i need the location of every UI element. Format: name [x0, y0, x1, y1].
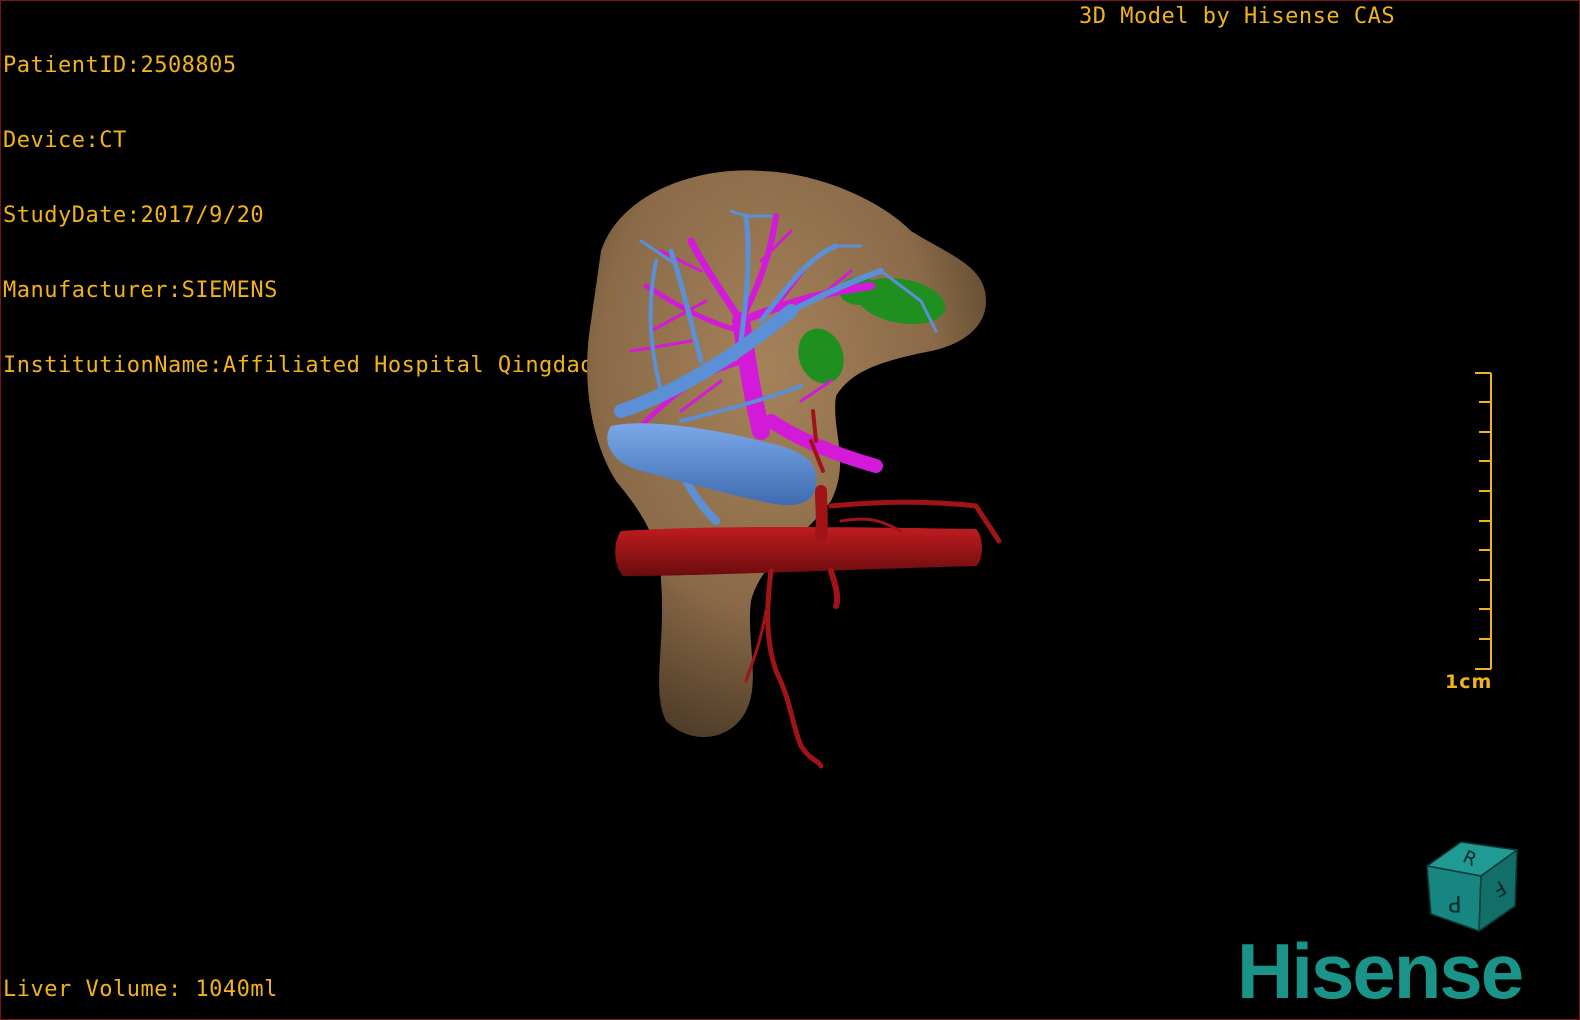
hisense-logo: Hisense — [1237, 927, 1524, 1015]
cube-face-left-label: P — [1448, 890, 1461, 915]
liver-3d-model[interactable] — [1, 1, 1579, 1019]
3d-viewport[interactable]: PatientID:2508805 Device:CT StudyDate:20… — [0, 0, 1580, 1020]
scale-bar — [1475, 372, 1492, 670]
orientation-cube[interactable]: R P F — [1419, 836, 1529, 936]
liver-volume-readout: Liver Volume: 1040ml — [3, 977, 278, 1002]
scale-label: 1cm — [1445, 671, 1493, 693]
